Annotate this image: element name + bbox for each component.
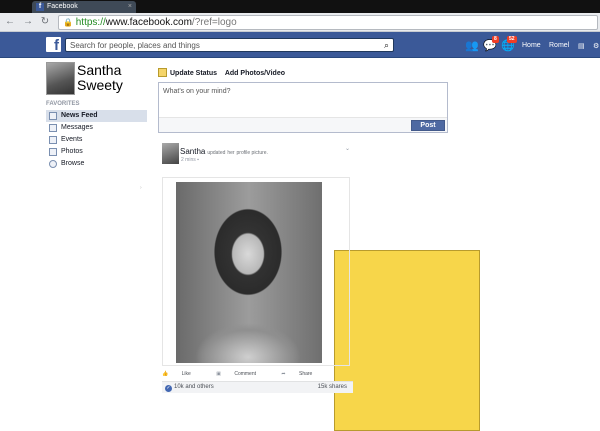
profile-name-second: Sweety — [77, 77, 123, 93]
camera-icon — [334, 250, 480, 431]
settings-gear-icon[interactable]: ⚙ — [593, 42, 599, 50]
story-action-prefix: updated — [207, 150, 226, 156]
story-action-small: her — [227, 150, 235, 156]
sidebar-item-label: News Feed — [61, 112, 98, 119]
sidebar-item-messages[interactable]: Messages — [46, 122, 147, 134]
story-photo[interactable] — [176, 182, 322, 363]
url-scheme: https:// — [75, 17, 106, 28]
privacy-shortcuts-icon[interactable]: ▤ — [578, 42, 585, 50]
facebook-logo[interactable]: f — [46, 37, 61, 54]
tab-close-icon[interactable]: × — [128, 1, 132, 13]
facebook-favicon-icon: f — [36, 3, 44, 11]
likes-count[interactable]: 10k and others — [174, 384, 214, 390]
update-status-tab[interactable]: Update Status — [158, 68, 217, 77]
photos-icon — [49, 148, 57, 156]
browser-tab[interactable]: f Facebook × — [32, 1, 136, 13]
profile-link[interactable]: Romel — [549, 42, 569, 49]
search-placeholder: Search for people, places and things — [70, 41, 200, 50]
browser-tabstrip: f Facebook × — [0, 0, 600, 13]
search-icon[interactable]: ⌕ — [384, 40, 389, 51]
story-header: Santha updated her profile picture. — [180, 147, 268, 156]
likes-summary: ✓ 10k and others 15k shares — [162, 381, 353, 393]
profile-name-first: Santha — [77, 62, 122, 78]
add-photos-tab[interactable]: Add Photos/Video — [225, 70, 480, 431]
calendar-icon — [49, 136, 57, 144]
url-host: www.facebook.com — [105, 17, 192, 28]
shares-count[interactable]: 15k shares — [318, 382, 347, 393]
post-button[interactable]: Post — [411, 120, 445, 131]
lock-icon: 🔒 — [63, 18, 73, 27]
reload-icon[interactable]: ↻ — [39, 16, 51, 28]
sidebar-item-events[interactable]: Events — [46, 134, 147, 146]
facebook-header: f Search for people, places and things ⌕… — [0, 32, 600, 58]
sidebar-item-label: Messages — [61, 124, 93, 131]
favorites-heading: FAVORITES — [46, 101, 80, 107]
sidebar-item-label: Browse — [61, 160, 85, 167]
back-arrow-icon[interactable]: ← — [4, 16, 16, 28]
home-link[interactable]: Home — [522, 42, 541, 49]
profile-avatar[interactable] — [46, 62, 75, 95]
comment-button[interactable]: ▣ Comment — [216, 371, 268, 377]
story-timestamp[interactable]: 2 mins ▪ — [181, 157, 199, 163]
tab-title: Facebook — [47, 3, 78, 10]
notifications-badge: 52 — [507, 36, 517, 43]
like-badge-icon: ✓ — [165, 385, 172, 392]
search-icon — [49, 160, 57, 168]
search-input[interactable]: Search for people, places and things ⌕ — [65, 38, 394, 52]
sidebar-menu: News Feed Messages Events Photos Browse — [46, 110, 147, 170]
like-button[interactable]: 👍 Like — [162, 371, 203, 377]
comment-icon: ▣ — [216, 371, 221, 377]
forward-arrow-icon[interactable]: → — [22, 16, 34, 28]
sidebar-item-label: Events — [61, 136, 83, 143]
address-bar[interactable]: 🔒 https://www.facebook.com/?ref=logo — [58, 15, 598, 30]
story-author[interactable]: Santha — [180, 147, 205, 156]
news-feed-icon — [49, 112, 57, 120]
profile-name[interactable]: Santha Sweety — [77, 63, 123, 93]
story-author-avatar[interactable] — [162, 143, 179, 164]
status-composer[interactable]: What's on your mind? Post — [158, 82, 448, 133]
story-actions: 👍 Like ▣ Comment ➦ Share — [162, 371, 336, 377]
messages-icon — [49, 124, 57, 132]
browser-toolbar: ← → ↻ 🔒 https://www.facebook.com/?ref=lo… — [0, 13, 600, 32]
sidebar-item-news-feed[interactable]: News Feed — [46, 110, 147, 122]
sidebar-item-photos[interactable]: Photos — [46, 146, 147, 158]
share-arrow-icon: ➦ — [281, 371, 286, 377]
friend-requests-icon[interactable]: 👥 — [465, 39, 479, 52]
story-options-chevron-icon[interactable]: ⌄ — [345, 145, 350, 152]
composer-tabs: Update Status Add Photos/Video — [158, 68, 480, 431]
url-path: /?ref=logo — [191, 17, 237, 28]
sidebar-item-label: Photos — [61, 148, 83, 155]
pencil-icon — [158, 68, 167, 77]
composer-footer: Post — [159, 117, 447, 132]
sidebar-scroll-indicator: › — [140, 185, 142, 191]
thumbs-up-icon: 👍 — [162, 371, 169, 377]
messages-badge: 8 — [492, 36, 499, 43]
sidebar-item-browse[interactable]: Browse — [46, 158, 147, 170]
audience-icon: ▪ — [197, 157, 199, 163]
status-input[interactable]: What's on your mind? — [163, 88, 230, 95]
story-action-suffix: profile picture. — [236, 150, 268, 156]
share-button[interactable]: ➦ Share — [281, 371, 324, 377]
